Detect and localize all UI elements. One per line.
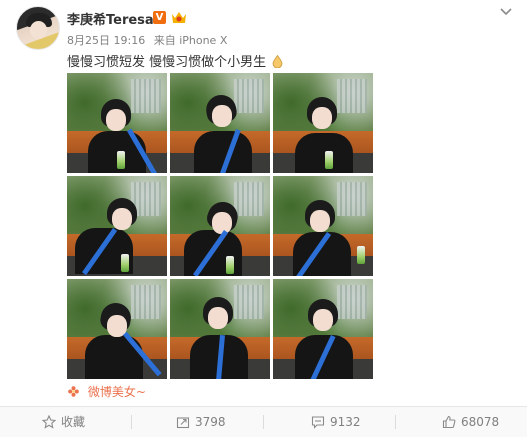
photo-thumbnail[interactable] bbox=[170, 279, 270, 379]
action-separator bbox=[395, 415, 396, 429]
photo-grid bbox=[67, 73, 373, 379]
comment-count: 9132 bbox=[330, 415, 361, 429]
post-text: 慢慢习惯短发 慢慢习惯做个小男生 bbox=[67, 51, 283, 70]
like-button[interactable]: 68078 bbox=[442, 407, 512, 437]
avatar[interactable] bbox=[16, 6, 60, 50]
verified-icon[interactable]: V bbox=[153, 11, 166, 24]
topic-link[interactable]: 微博美女~ bbox=[68, 383, 146, 400]
chevron-down-icon[interactable] bbox=[499, 6, 513, 16]
post-date[interactable]: 8月25日 19:16 bbox=[67, 34, 145, 47]
action-bar: 收藏 3798 9132 68078 bbox=[0, 407, 527, 437]
avatar-face bbox=[30, 21, 47, 39]
star-icon bbox=[42, 415, 56, 429]
photo-thumbnail[interactable] bbox=[67, 73, 167, 173]
comment-button[interactable]: 9132 bbox=[311, 407, 371, 437]
favorite-label: 收藏 bbox=[61, 415, 86, 429]
post-source: 来自 iPhone X bbox=[153, 34, 228, 47]
photo-thumbnail[interactable] bbox=[273, 73, 373, 173]
user-name[interactable]: 李庚希Teresa bbox=[67, 9, 154, 28]
photo-thumbnail[interactable] bbox=[273, 279, 373, 379]
post-text-content: 慢慢习惯短发 慢慢习惯做个小男生 bbox=[67, 55, 267, 70]
post-meta: 8月25日 19:16 来自 iPhone X bbox=[67, 32, 232, 48]
flower-icon bbox=[68, 386, 79, 397]
comment-icon bbox=[311, 416, 325, 429]
repost-count: 3798 bbox=[195, 415, 226, 429]
repost-button[interactable]: 3798 bbox=[176, 407, 236, 437]
action-separator bbox=[131, 415, 132, 429]
water-drop-emoji-icon bbox=[272, 55, 283, 68]
favorite-button[interactable]: 收藏 bbox=[42, 407, 102, 437]
like-count: 68078 bbox=[461, 415, 500, 429]
thumbs-up-icon bbox=[442, 415, 456, 429]
repost-icon bbox=[176, 417, 190, 429]
photo-thumbnail[interactable] bbox=[273, 176, 373, 276]
photo-thumbnail[interactable] bbox=[170, 73, 270, 173]
photo-thumbnail[interactable] bbox=[170, 176, 270, 276]
topic-link-label[interactable]: 微博美女~ bbox=[88, 385, 146, 399]
action-separator bbox=[263, 415, 264, 429]
photo-thumbnail[interactable] bbox=[67, 279, 167, 379]
crown-icon[interactable] bbox=[171, 10, 187, 25]
photo-thumbnail[interactable] bbox=[67, 176, 167, 276]
